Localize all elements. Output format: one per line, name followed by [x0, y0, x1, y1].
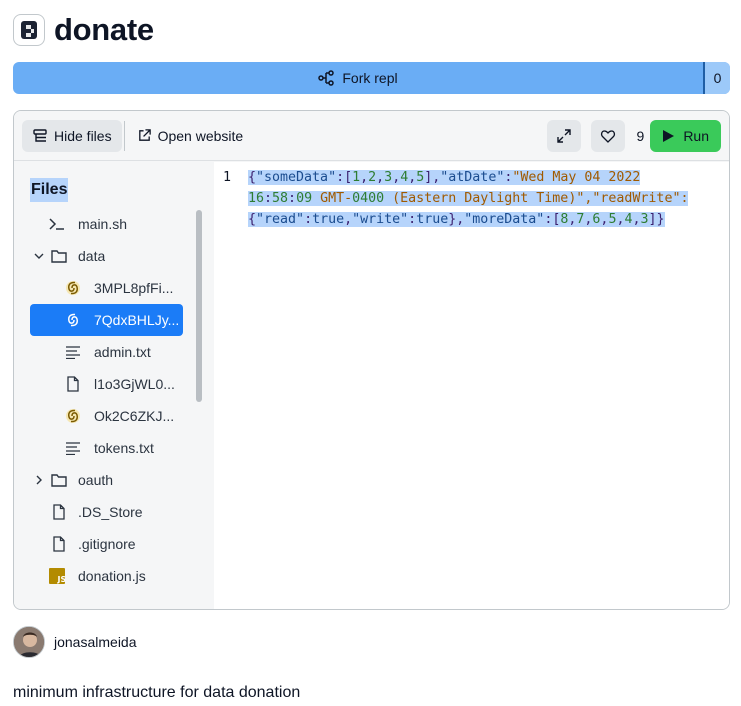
file-label: 7QdxBHLJy...: [94, 312, 180, 328]
external-link-icon: [138, 129, 151, 141]
line-number: 1: [223, 170, 232, 185]
files-icon: [33, 128, 47, 142]
code-line-text: {"read":true,"write":true},"moreData":[8…: [248, 212, 665, 227]
repl-header: donate: [13, 12, 154, 47]
file-label: main.sh: [78, 216, 128, 232]
file-label: .DS_Store: [78, 504, 143, 520]
files-heading: Files: [30, 178, 69, 202]
replit-logo-icon: [13, 14, 45, 46]
avatar[interactable]: [13, 626, 45, 658]
like-count: 9: [636, 127, 645, 144]
file-label: .gitignore: [78, 536, 136, 552]
folder-icon: [50, 247, 68, 265]
chevron-down-icon: [30, 247, 48, 265]
fork-icon: [318, 70, 335, 86]
file-label: Ok2C6ZKJ...: [94, 408, 175, 424]
fork-label: Fork repl: [342, 70, 398, 86]
text-file-icon: [64, 439, 82, 457]
code-line: 16:58:09 GMT-0400 (Eastern Daylight Time…: [248, 188, 718, 209]
file-label: tokens.txt: [94, 440, 154, 456]
file-item-donation-js[interactable]: JS donation.js: [30, 560, 183, 592]
folder-item-data[interactable]: data: [30, 240, 183, 272]
file-tree: Files main.sh data 3MPL8pfFi... 7QdxBHLJ…: [14, 162, 214, 609]
file-item-main-sh[interactable]: main.sh: [30, 208, 183, 240]
author[interactable]: jonasalmeida: [13, 626, 137, 658]
code-content[interactable]: {"someData":[1,2,3,4,5],"atDate":"Wed Ma…: [248, 167, 718, 230]
file-item-json[interactable]: Ok2C6ZKJ...: [30, 400, 183, 432]
hide-files-label: Hide files: [54, 127, 112, 144]
hide-files-button[interactable]: Hide files: [22, 119, 122, 152]
repl-description: minimum infrastructure for data donation: [13, 684, 301, 701]
folder-item-oauth[interactable]: oauth: [30, 464, 183, 496]
svg-text:JS: JS: [57, 575, 66, 584]
folder-label: oauth: [78, 472, 114, 488]
heart-icon: [600, 129, 615, 143]
open-website-button[interactable]: Open website: [127, 120, 254, 152]
folder-label: data: [78, 248, 106, 264]
file-icon: [50, 503, 68, 521]
file-item[interactable]: l1o3GjWL0...: [30, 368, 183, 400]
text-file-icon: [64, 343, 82, 361]
code-editor[interactable]: 1 {"someData":[1,2,3,4,5],"atDate":"Wed …: [214, 162, 729, 609]
chevron-right-icon: [30, 471, 48, 489]
repl-panel: Hide files Open website 9 Run Files main…: [13, 110, 730, 610]
file-item-gitignore[interactable]: .gitignore: [30, 528, 183, 560]
file-item-json-selected[interactable]: 7QdxBHLJy...: [30, 304, 183, 336]
file-label: admin.txt: [94, 344, 151, 360]
file-tree-scrollbar[interactable]: [196, 210, 202, 402]
author-name[interactable]: jonasalmeida: [54, 634, 137, 650]
code-line-text: 16:58:09 GMT-0400 (Eastern Daylight Time…: [248, 191, 689, 206]
js-icon: JS: [48, 567, 66, 585]
like-button[interactable]: [590, 119, 625, 152]
file-icon: [64, 375, 82, 393]
file-label: donation.js: [78, 568, 146, 584]
play-icon: [663, 129, 675, 142]
folder-icon: [50, 471, 68, 489]
json-icon: [64, 311, 82, 329]
file-item-tokens-txt[interactable]: tokens.txt: [30, 432, 183, 464]
code-line-text: {"someData":[1,2,3,4,5],"atDate":"Wed Ma…: [248, 170, 641, 185]
run-button[interactable]: Run: [650, 119, 721, 152]
file-label: l1o3GjWL0...: [94, 376, 175, 392]
fork-bar: Fork repl 0: [13, 62, 730, 94]
fork-repl-button[interactable]: Fork repl: [13, 62, 703, 94]
terminal-icon: [48, 215, 66, 233]
code-line: {"someData":[1,2,3,4,5],"atDate":"Wed Ma…: [248, 167, 718, 188]
file-item-ds-store[interactable]: .DS_Store: [30, 496, 183, 528]
fork-count: 0: [703, 62, 730, 94]
file-icon: [50, 535, 68, 553]
open-website-label: Open website: [157, 127, 244, 144]
file-item-admin-txt[interactable]: admin.txt: [30, 336, 183, 368]
page-title: donate: [54, 12, 154, 47]
json-icon: [64, 279, 82, 297]
toolbar: Hide files Open website 9 Run: [14, 111, 729, 161]
run-label: Run: [683, 127, 709, 144]
file-label: 3MPL8pfFi...: [94, 280, 174, 296]
expand-button[interactable]: [546, 119, 581, 152]
json-icon: [64, 407, 82, 425]
code-line: {"read":true,"write":true},"moreData":[8…: [248, 209, 718, 230]
expand-icon: [556, 128, 571, 143]
toolbar-divider: [123, 120, 125, 151]
file-item-json[interactable]: 3MPL8pfFi...: [30, 272, 183, 304]
